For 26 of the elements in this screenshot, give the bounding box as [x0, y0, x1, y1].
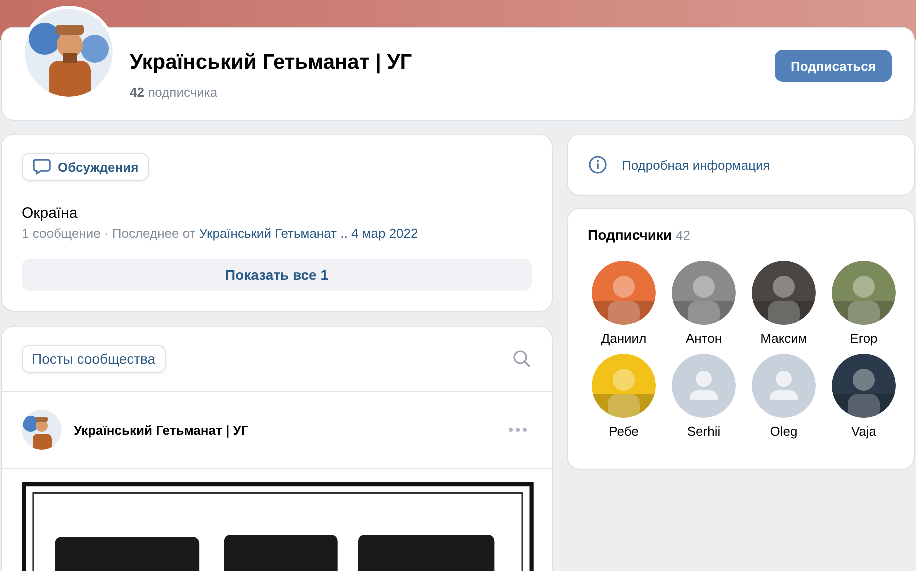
topic-meta: 1 сообщение · Последнее от Український Гетьманат .. 4 мар 2022	[22, 226, 418, 241]
info-icon	[588, 155, 608, 175]
subscriber-name[interactable]: Oleg	[770, 424, 798, 439]
subscriber-name[interactable]: Антон	[686, 331, 722, 346]
chat-bubble-icon	[32, 157, 52, 177]
subscriber-name[interactable]: Максим	[760, 331, 808, 346]
date-link[interactable]: 4 мар 2022	[351, 226, 418, 241]
post-author[interactable]: Український Гетьманат | УГ	[74, 422, 496, 438]
subscriber-name[interactable]: Serhii	[687, 424, 721, 439]
search-icon[interactable]	[512, 349, 532, 369]
subscribe-button[interactable]: Подписаться	[774, 50, 892, 82]
group-name: Український Гетьманат | УГ	[130, 50, 414, 74]
show-all-button[interactable]: Показать все 1	[22, 259, 532, 291]
subscriber-count: 42	[130, 84, 144, 100]
subscriber-name[interactable]: Vaja	[851, 424, 877, 439]
discussions-tab[interactable]: Обсуждения	[22, 153, 149, 181]
subscribers-title: Подписчики	[588, 227, 672, 243]
info-link[interactable]: Подробная информация	[588, 155, 770, 175]
subscriber-name[interactable]: Егор	[850, 331, 878, 346]
subscriber-name[interactable]: Ребе	[609, 424, 639, 439]
posts-tab[interactable]: Посты сообщества	[22, 345, 166, 373]
subscriber-name[interactable]: Даниил	[601, 331, 647, 346]
topic-title[interactable]: Окраїна	[22, 205, 78, 222]
author-link[interactable]: Український Гетьманат ..	[199, 226, 348, 241]
subscriber-label: подписчика	[148, 84, 218, 100]
subscribers-count: 42	[676, 228, 691, 243]
